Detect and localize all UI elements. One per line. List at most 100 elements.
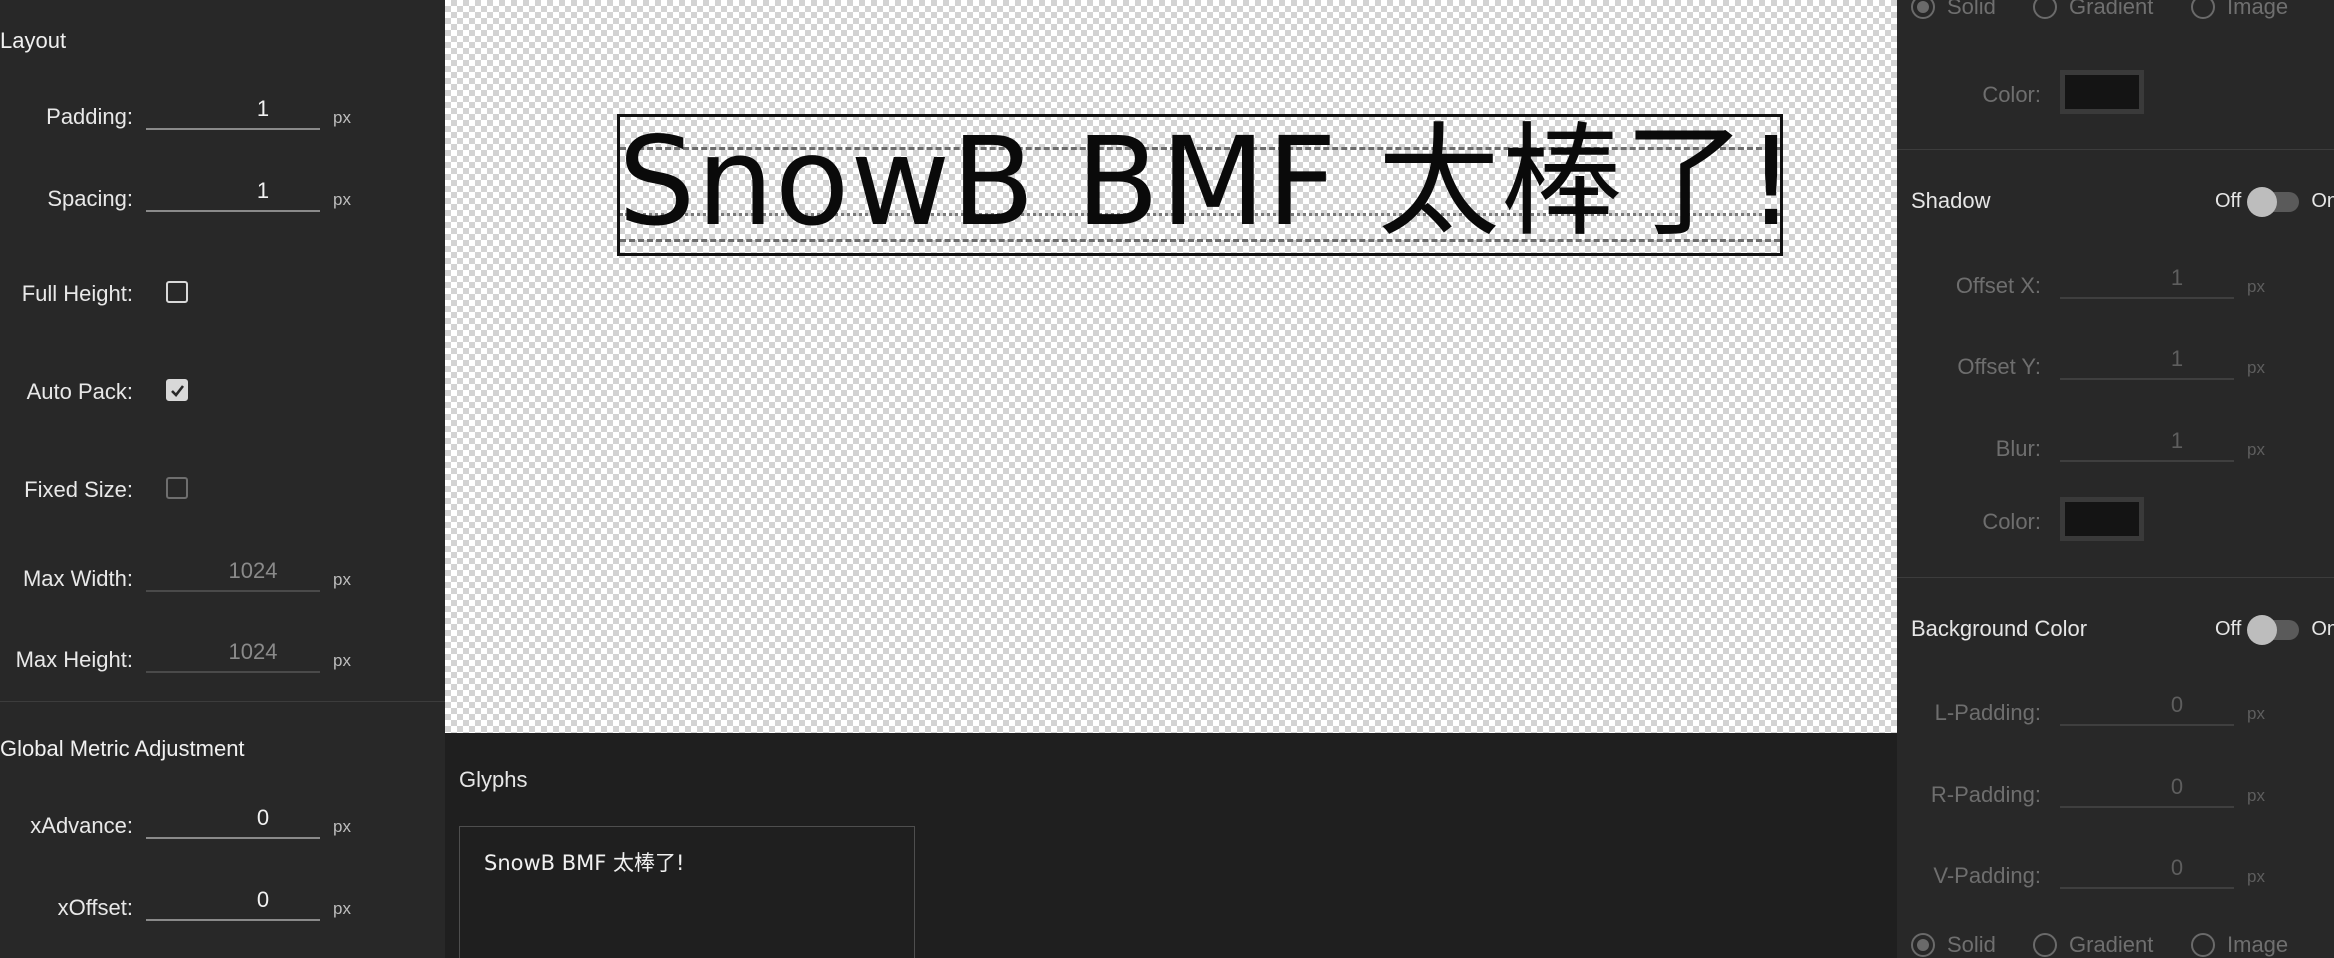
v-padding-row: V-Padding: px [1897, 849, 2334, 909]
shadow-blur-unit: px [2247, 440, 2265, 459]
spacing-field[interactable] [146, 172, 320, 212]
shadow-offset-y-input[interactable] [2060, 340, 2234, 378]
radio-solid[interactable]: Solid [1911, 0, 1996, 20]
section-divider [1897, 577, 2334, 578]
xadvance-row: xAdvance: px [0, 799, 445, 859]
shadow-color-row: Color: [1897, 497, 2334, 557]
spacing-input[interactable] [146, 172, 320, 210]
shadow-blur-row: Blur: px [1897, 422, 2334, 482]
fixed-size-checkbox[interactable] [166, 477, 188, 499]
max-height-row: Max Height: px [0, 633, 445, 693]
shadow-offset-y-label: Offset Y: [1957, 354, 2041, 379]
shadow-color-swatch[interactable] [2060, 497, 2144, 541]
section-divider [1897, 149, 2334, 150]
radio-solid[interactable]: Solid [1911, 932, 1996, 958]
radio-gradient[interactable]: Gradient [2033, 932, 2153, 958]
metric-section-title: Global Metric Adjustment [0, 736, 245, 761]
max-height-unit: px [333, 651, 351, 670]
shadow-toggle-switch[interactable] [2247, 186, 2300, 217]
radio-gradient[interactable]: Gradient [2033, 0, 2153, 20]
shadow-title: Shadow [1911, 188, 1991, 213]
check-icon [171, 385, 185, 397]
shadow-offset-x-input[interactable] [2060, 259, 2234, 297]
radio-solid-label: Solid [1947, 932, 1996, 957]
shadow-offset-x-row: Offset X: px [1897, 259, 2334, 319]
radio-image-label: Image [2227, 0, 2289, 19]
full-height-label: Full Height: [21, 281, 133, 306]
radio-selected-icon [1911, 933, 1935, 957]
v-padding-field[interactable] [2060, 849, 2234, 889]
max-width-row: Max Width: px [0, 552, 445, 612]
full-height-checkbox[interactable] [166, 281, 188, 303]
padding-row: Padding: px [0, 90, 445, 150]
radio-solid-label: Solid [1947, 0, 1996, 19]
padding-field[interactable] [146, 90, 320, 130]
xoffset-field[interactable] [146, 881, 320, 921]
layout-section-title: Layout [0, 28, 67, 53]
atlas-glyph-text: SnowB BMF 太棒了! [618, 114, 1783, 253]
xadvance-input[interactable] [146, 799, 320, 837]
glyphs-area: Glyphs SnowB BMF 太棒了! [445, 733, 1897, 958]
radio-unselected-icon [2191, 0, 2215, 19]
toggle-knob [2247, 614, 2278, 645]
v-padding-input[interactable] [2060, 849, 2234, 887]
auto-pack-row: Auto Pack: [0, 365, 445, 425]
radio-selected-icon [1911, 0, 1935, 19]
preview-canvas[interactable]: SnowB BMF 太棒了! [445, 0, 1897, 733]
xoffset-input[interactable] [146, 881, 320, 919]
max-width-input[interactable] [146, 552, 320, 590]
left-settings-panel: Layout Padding: px Spacing: px Full Heig… [0, 0, 445, 958]
atlas-preview[interactable]: SnowB BMF 太棒了! [617, 114, 1783, 256]
padding-label: Padding: [46, 104, 133, 129]
radio-image[interactable]: Image [2191, 0, 2288, 20]
shadow-offset-x-unit: px [2247, 277, 2265, 296]
padding-input[interactable] [146, 90, 320, 128]
l-padding-field[interactable] [2060, 686, 2234, 726]
l-padding-unit: px [2247, 704, 2265, 723]
v-padding-label: V-Padding: [1933, 863, 2041, 888]
r-padding-unit: px [2247, 786, 2265, 805]
max-width-unit: px [333, 570, 351, 589]
glyphs-textarea[interactable]: SnowB BMF 太棒了! [459, 826, 915, 958]
shadow-toggle-on-label: On [2311, 190, 2334, 212]
max-height-field[interactable] [146, 633, 320, 673]
shadow-blur-field[interactable] [2060, 422, 2234, 462]
max-height-input[interactable] [146, 633, 320, 671]
auto-pack-checkbox[interactable] [166, 379, 188, 401]
fill-type-radio-group: Solid Gradient Image [1911, 0, 2334, 26]
xoffset-unit: px [333, 899, 351, 918]
fixed-size-row: Fixed Size: [0, 463, 445, 523]
background-toggle[interactable]: Off On [2215, 614, 2334, 645]
spacing-row: Spacing: px [0, 172, 445, 232]
shadow-blur-input[interactable] [2060, 422, 2234, 460]
radio-gradient-label: Gradient [2069, 0, 2154, 19]
shadow-offset-y-row: Offset Y: px [1897, 340, 2334, 400]
r-padding-row: R-Padding: px [1897, 768, 2334, 828]
r-padding-field[interactable] [2060, 768, 2234, 808]
shadow-toggle[interactable]: Off On [2215, 186, 2334, 217]
max-width-field[interactable] [146, 552, 320, 592]
l-padding-input[interactable] [2060, 686, 2234, 724]
background-toggle-switch[interactable] [2247, 614, 2300, 645]
shadow-offset-x-field[interactable] [2060, 259, 2234, 299]
r-padding-input[interactable] [2060, 768, 2234, 806]
shadow-toggle-off-label: Off [2215, 190, 2242, 212]
shadow-color-label: Color: [1982, 509, 2041, 534]
xadvance-label: xAdvance: [30, 813, 133, 838]
fill-color-swatch[interactable] [2060, 70, 2144, 114]
radio-unselected-icon [2033, 0, 2057, 19]
xadvance-unit: px [333, 817, 351, 836]
fill-color-label: Color: [1982, 82, 2041, 107]
xadvance-field[interactable] [146, 799, 320, 839]
radio-image[interactable]: Image [2191, 932, 2288, 958]
toggle-knob [2247, 186, 2278, 217]
max-height-label: Max Height: [15, 647, 133, 672]
radio-gradient-label: Gradient [2069, 932, 2154, 957]
max-width-label: Max Width: [22, 566, 133, 591]
right-settings-panel: Solid Gradient Image Color: Shadow Off O… [1897, 0, 2334, 958]
xoffset-row: xOffset: px [0, 881, 445, 941]
fixed-size-label: Fixed Size: [24, 477, 133, 502]
shadow-offset-y-unit: px [2247, 358, 2265, 377]
shadow-offset-y-field[interactable] [2060, 340, 2234, 380]
radio-unselected-icon [2033, 933, 2057, 957]
